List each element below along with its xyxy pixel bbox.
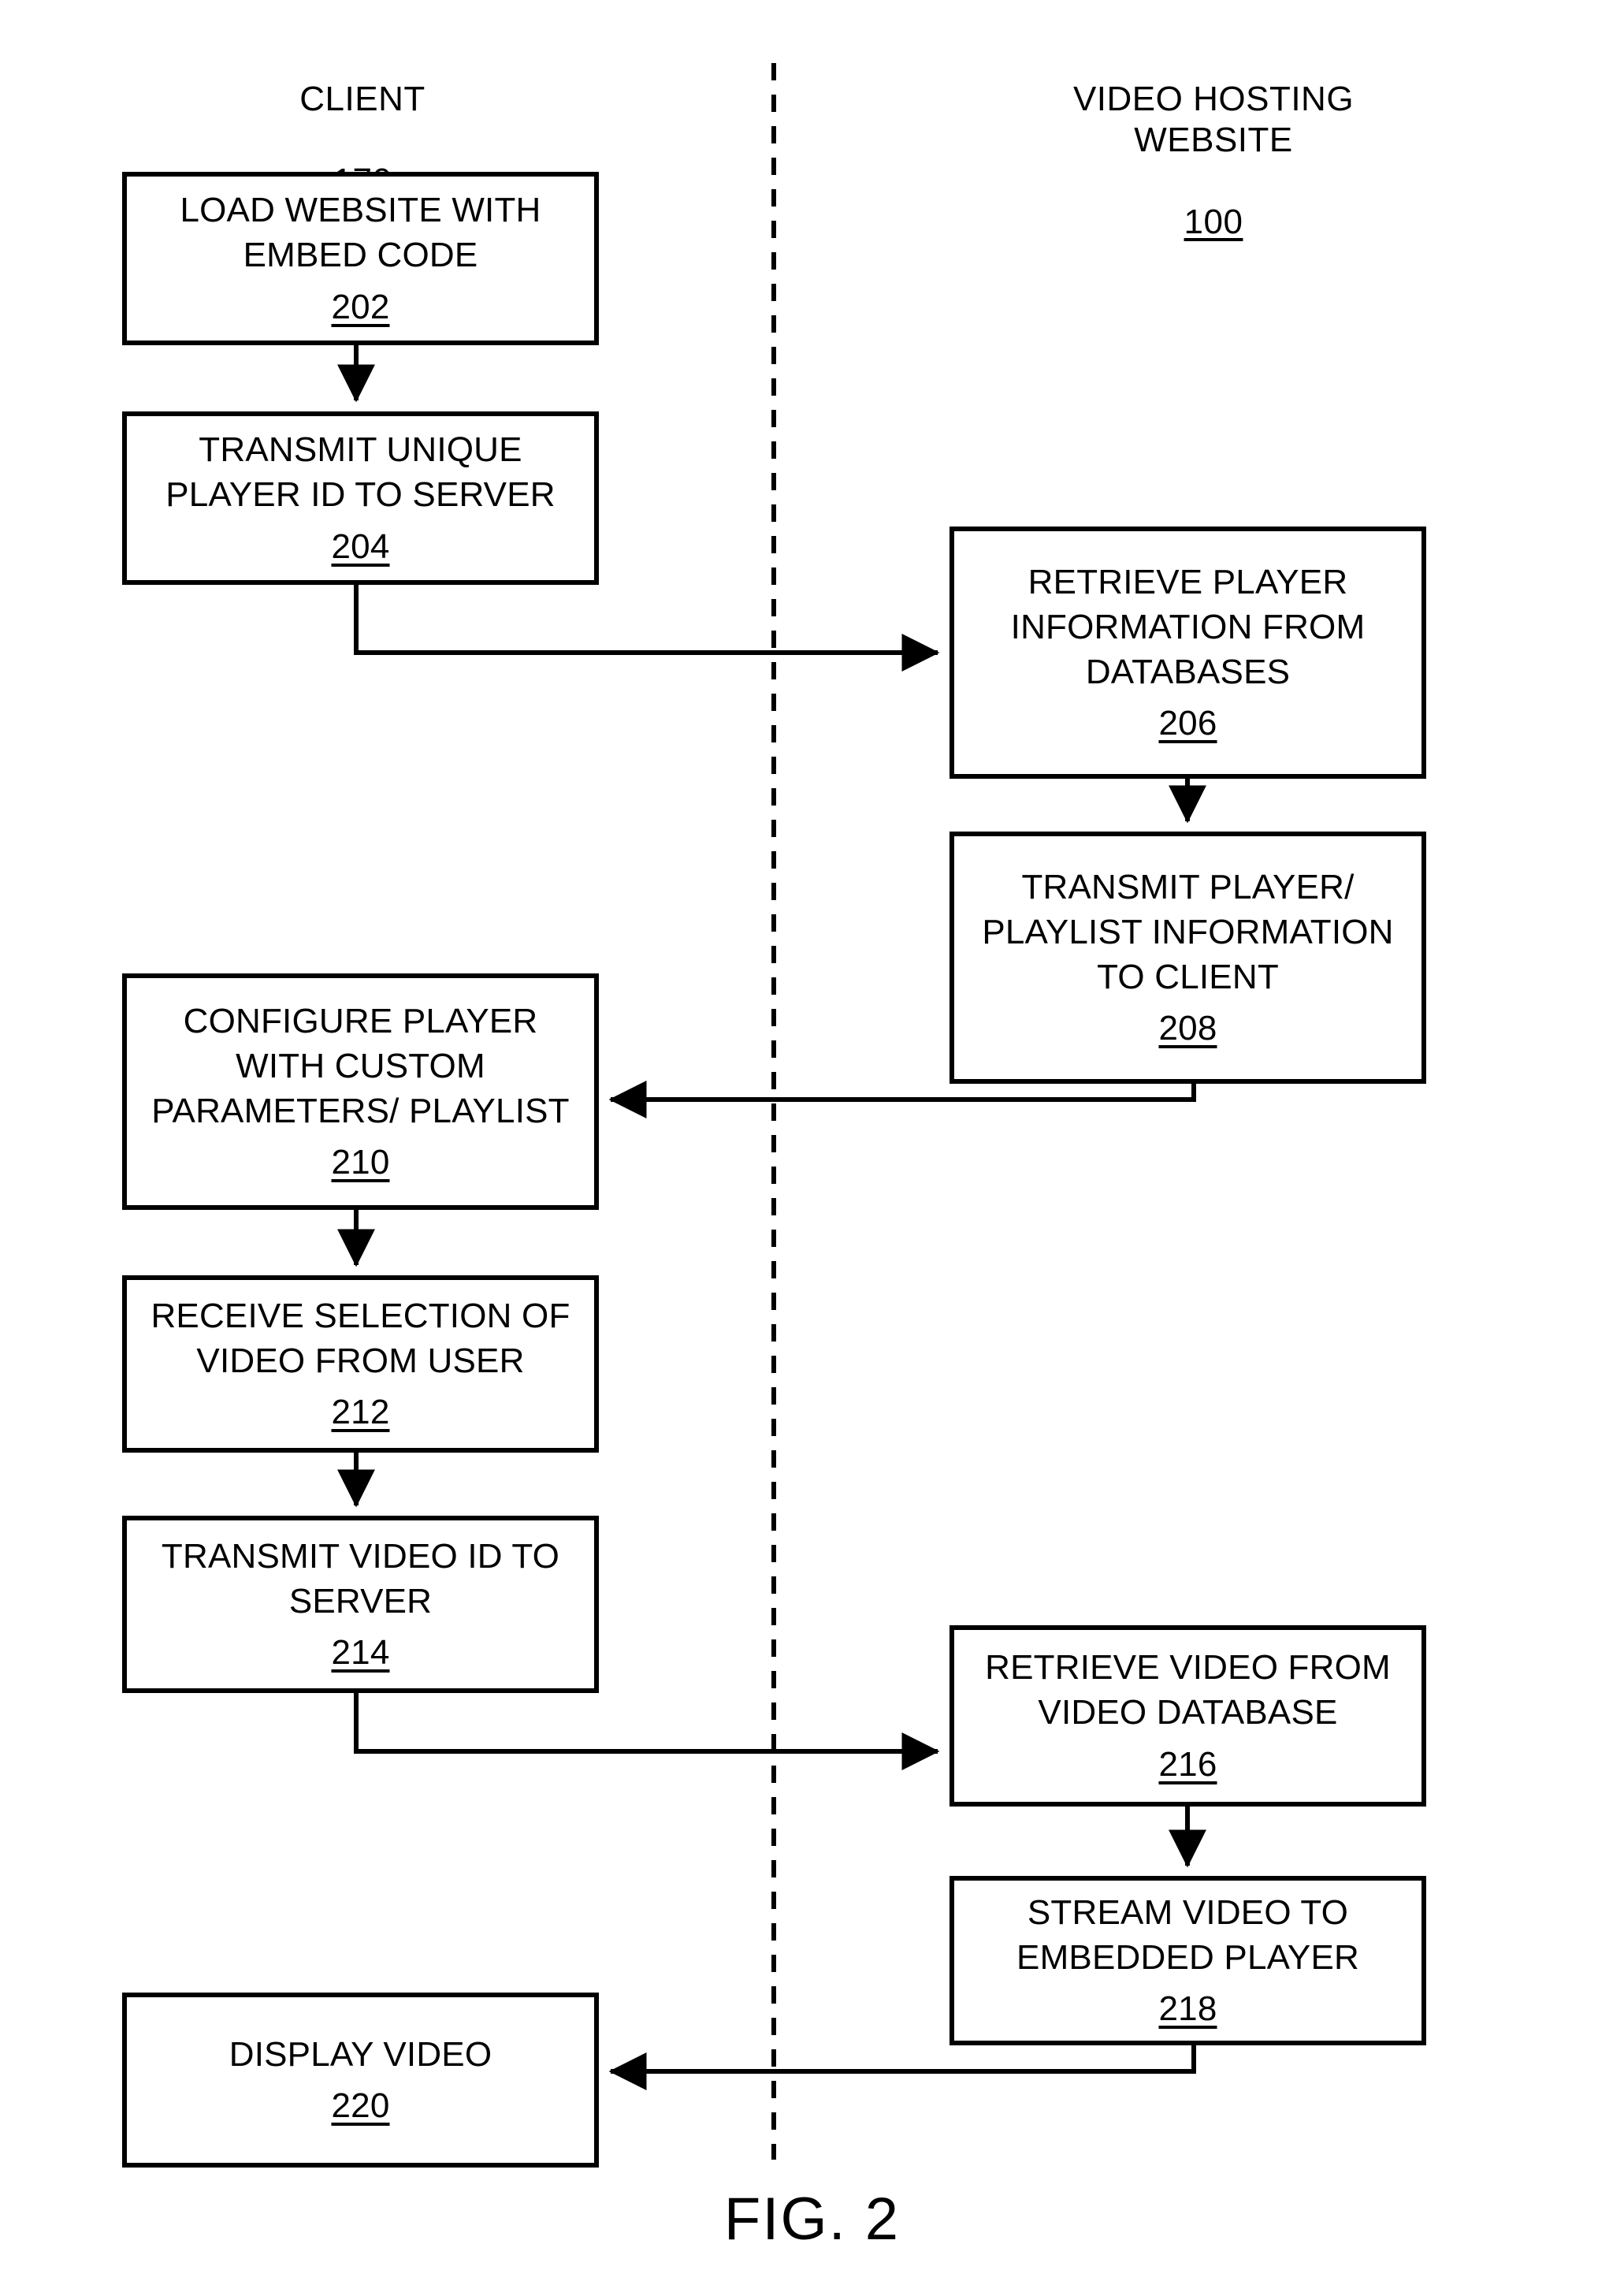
- process-box-208[interactable]: TRANSMIT PLAYER/ PLAYLIST INFORMATION TO…: [950, 832, 1426, 1084]
- process-ref-208: 208: [1158, 1009, 1217, 1048]
- process-ref-204: 204: [331, 527, 390, 566]
- process-box-220[interactable]: DISPLAY VIDEO 220: [122, 1993, 599, 2168]
- process-box-206[interactable]: RETRIEVE PLAYER INFORMATION FROM DATABAS…: [950, 527, 1426, 779]
- process-text-220: DISPLAY VIDEO: [229, 2034, 492, 2074]
- process-box-218[interactable]: STREAM VIDEO TO EMBEDDED PLAYER 218: [950, 1876, 1426, 2045]
- process-text-212: RECEIVE SELECTION OF VIDEO FROM USER: [151, 1296, 570, 1380]
- process-ref-218: 218: [1158, 1989, 1217, 2029]
- process-box-212[interactable]: RECEIVE SELECTION OF VIDEO FROM USER 212: [122, 1275, 599, 1453]
- process-box-202[interactable]: LOAD WEBSITE WITH EMBED CODE 202: [122, 172, 599, 345]
- process-ref-202: 202: [331, 287, 390, 326]
- process-ref-212: 212: [331, 1393, 390, 1432]
- lane-title-server: VIDEO HOSTING WEBSITE: [1072, 79, 1355, 159]
- process-ref-216: 216: [1158, 1744, 1217, 1784]
- process-box-216[interactable]: RETRIEVE VIDEO FROM VIDEO DATABASE 216: [950, 1625, 1426, 1807]
- process-box-214[interactable]: TRANSMIT VIDEO ID TO SERVER 214: [122, 1516, 599, 1693]
- lane-ref-server: 100: [1184, 202, 1243, 241]
- process-ref-210: 210: [331, 1143, 390, 1182]
- process-text-206: RETRIEVE PLAYER INFORMATION FROM DATABAS…: [1010, 562, 1366, 691]
- process-box-210[interactable]: CONFIGURE PLAYER WITH CUSTOM PARAMETERS/…: [122, 973, 599, 1210]
- process-text-204: TRANSMIT UNIQUE PLAYER ID TO SERVER: [165, 430, 556, 515]
- process-ref-206: 206: [1158, 704, 1217, 743]
- process-ref-214: 214: [331, 1633, 390, 1673]
- process-ref-220: 220: [331, 2086, 390, 2125]
- edge-208-210: [608, 1081, 1196, 1118]
- lane-header-server: VIDEO HOSTING WEBSITE 100: [867, 38, 1560, 243]
- edge-218-220: [608, 2045, 1196, 2090]
- edge-204-206: [354, 585, 940, 672]
- edge-214-216: [354, 1693, 940, 1770]
- process-text-208: TRANSMIT PLAYER/ PLAYLIST INFORMATION TO…: [982, 867, 1394, 996]
- figure-caption: FIG. 2: [723, 2186, 901, 2253]
- patent-figure-page: CLIENT 170 VIDEO HOSTING WEBSITE 100 LOA…: [0, 0, 1624, 2296]
- process-box-204[interactable]: TRANSMIT UNIQUE PLAYER ID TO SERVER 204: [122, 411, 599, 585]
- process-text-210: CONFIGURE PLAYER WITH CUSTOM PARAMETERS/…: [151, 1001, 570, 1130]
- process-text-202: LOAD WEBSITE WITH EMBED CODE: [180, 191, 541, 275]
- process-text-218: STREAM VIDEO TO EMBEDDED PLAYER: [1016, 1892, 1359, 1977]
- process-text-216: RETRIEVE VIDEO FROM VIDEO DATABASE: [985, 1648, 1391, 1732]
- process-text-214: TRANSMIT VIDEO ID TO SERVER: [161, 1536, 560, 1621]
- lane-title-client: CLIENT: [299, 79, 426, 118]
